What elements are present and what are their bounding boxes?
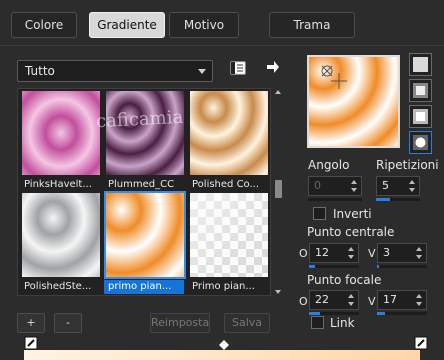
gradient-label: Primo pian... — [192, 281, 255, 292]
focal-v-label: V — [368, 295, 376, 308]
scrollbar-thumb[interactable] — [275, 180, 282, 198]
radial-gradient-style-icon[interactable] — [409, 131, 432, 154]
gradient-preview-image — [190, 91, 268, 175]
midpoint-marker-icon[interactable] — [219, 340, 229, 350]
link-label: Link — [330, 316, 355, 330]
gradient-label: primo pian... — [104, 280, 184, 294]
tab-gradiente[interactable]: Gradiente — [89, 12, 165, 38]
spin-arrows-icon[interactable] — [348, 246, 356, 260]
remove-button[interactable]: - — [54, 313, 82, 333]
color-stop-start-icon[interactable] — [24, 336, 38, 350]
gradient-preview-image — [190, 193, 268, 277]
center-o-slider-fill — [309, 265, 315, 268]
tab-colore[interactable]: Colore — [11, 12, 77, 38]
center-point-label: Punto centrale — [307, 225, 395, 239]
angle-value: 0 — [314, 179, 321, 192]
gradient-label: Plummed_CC — [108, 179, 175, 190]
gradient-preview-image — [104, 191, 186, 279]
repeats-input[interactable]: 5 — [376, 176, 420, 196]
gradient-label: PolishedSte... — [24, 281, 92, 292]
gradient-preview-image — [22, 193, 100, 277]
link-checkbox[interactable] — [311, 316, 324, 329]
gradient-thumb[interactable]: PolishedSte... — [20, 193, 100, 292]
chevron-down-icon — [198, 69, 206, 74]
gradient-thumb[interactable]: Primo pian... — [188, 193, 268, 292]
gradient-label: PinksHavelt... — [24, 179, 92, 190]
gradient-thumb[interactable]: PinksHavelt... — [20, 91, 100, 190]
center-v-slider-fill — [377, 265, 379, 268]
crosshair-icon[interactable] — [319, 63, 347, 91]
invert-checkbox[interactable] — [313, 207, 326, 220]
save-button[interactable]: Salva — [224, 313, 270, 333]
center-o-slider[interactable] — [309, 265, 359, 268]
center-v-input[interactable]: 3 — [377, 243, 427, 263]
focal-o-slider-fill — [309, 312, 320, 315]
sunburst-gradient-style-icon[interactable] — [409, 105, 432, 128]
center-v-label: V — [368, 247, 376, 260]
center-o-label: O — [299, 247, 308, 260]
spin-arrows-icon[interactable] — [416, 293, 424, 307]
reset-button[interactable]: Reimposta — [150, 313, 210, 333]
invert-label: Inverti — [333, 207, 372, 221]
center-o-value: 12 — [315, 246, 329, 259]
repeats-value: 5 — [382, 179, 389, 192]
book-icon[interactable] — [230, 60, 246, 76]
rectangular-gradient-style-icon[interactable] — [409, 79, 432, 102]
gradient-preview-image — [22, 91, 100, 175]
focal-o-input[interactable]: 22 — [309, 290, 359, 310]
add-button[interactable]: + — [17, 313, 45, 333]
center-o-input[interactable]: 12 — [309, 243, 359, 263]
focal-v-slider-fill — [377, 312, 385, 315]
gradient-thumb[interactable]: Polished Co... — [188, 91, 268, 190]
gradient-preview-image — [106, 91, 184, 175]
focal-v-value: 17 — [383, 293, 397, 306]
gradient-thumb-selected[interactable]: primo pian... — [104, 191, 186, 294]
spin-arrows-icon[interactable] — [348, 293, 356, 307]
gradient-preview[interactable] — [307, 55, 400, 148]
category-dropdown-value: Tutto — [25, 64, 55, 78]
spin-arrows-icon[interactable] — [351, 179, 359, 193]
linear-gradient-style-icon[interactable] — [409, 53, 432, 76]
repeats-slider-fill — [376, 198, 390, 201]
color-stop-end-icon[interactable] — [414, 336, 428, 350]
focal-point-label: Punto focale — [307, 273, 382, 287]
gradient-thumb[interactable]: Plummed_CC — [104, 91, 184, 190]
gradient-label: Polished Co... — [192, 179, 260, 190]
angle-label: Angolo — [308, 158, 350, 172]
arrow-right-icon[interactable] — [266, 60, 280, 74]
gradient-library: PinksHavelt... Plummed_CC Polished Co...… — [17, 88, 271, 296]
spin-arrows-icon[interactable] — [416, 246, 424, 260]
angle-slider[interactable] — [308, 198, 362, 201]
gradient-editor-bar[interactable] — [24, 350, 420, 360]
spin-arrows-icon[interactable] — [409, 179, 417, 193]
tab-divider — [0, 45, 444, 46]
angle-input[interactable]: 0 — [308, 176, 362, 196]
focal-o-value: 22 — [315, 293, 329, 306]
tab-trama[interactable]: Trama — [269, 12, 355, 38]
center-v-value: 3 — [383, 246, 390, 259]
category-dropdown[interactable]: Tutto — [17, 60, 213, 82]
focal-v-input[interactable]: 17 — [377, 290, 427, 310]
focal-o-label: O — [299, 295, 308, 308]
center-v-slider[interactable] — [377, 265, 427, 268]
tab-motivo[interactable]: Motivo — [169, 12, 239, 38]
repeats-label: Ripetizioni — [376, 158, 439, 172]
